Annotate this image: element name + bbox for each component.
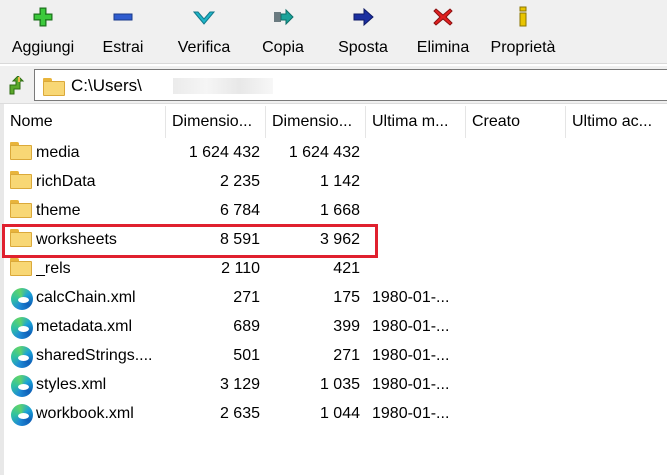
file-modified: 1980-01-... — [372, 347, 450, 364]
file-packed-size: 1 035 — [319, 376, 360, 393]
column-header: Nome Dimensio... Dimensio... Ultima m...… — [4, 106, 667, 138]
move-label: Sposta — [338, 39, 388, 56]
redacted-path — [173, 78, 273, 94]
column-size[interactable]: Dimensio... — [166, 106, 266, 138]
file-size: 6 784 — [219, 202, 260, 219]
file-size: 501 — [233, 347, 260, 364]
address-input[interactable]: C:\Users\ — [34, 69, 667, 101]
address-path: C:\Users\ — [71, 76, 142, 95]
file-size: 3 129 — [219, 376, 260, 393]
edge-xml-icon — [10, 403, 33, 426]
file-size: 689 — [233, 318, 260, 335]
move-arrow-icon — [353, 7, 374, 27]
extract-label: Estrai — [102, 39, 144, 56]
file-modified: 1980-01-... — [372, 376, 450, 393]
file-name: richData — [36, 173, 96, 190]
copy-label: Copia — [262, 39, 304, 56]
folder-icon — [10, 171, 32, 191]
folder-icon — [10, 200, 32, 220]
up-folder-icon[interactable] — [6, 76, 26, 96]
delete-label: Elimina — [416, 39, 470, 56]
file-size: 271 — [233, 289, 260, 306]
file-modified: 1980-01-... — [372, 289, 450, 306]
edge-xml-icon — [10, 316, 33, 339]
delete-button[interactable]: Elimina — [412, 6, 474, 62]
file-name: media — [36, 144, 80, 161]
info-icon — [519, 6, 527, 27]
column-modified[interactable]: Ultima m... — [366, 106, 466, 138]
file-size: 1 624 432 — [188, 144, 260, 161]
file-name: metadata.xml — [36, 318, 133, 335]
toolbar: Aggiungi Estrai Verifica Copia Sposta El… — [0, 0, 667, 64]
properties-label: Proprietà — [490, 39, 556, 56]
file-modified — [372, 167, 464, 196]
edge-xml-icon — [10, 345, 33, 368]
file-modified — [372, 225, 464, 254]
file-name: calcChain.xml — [36, 289, 136, 306]
list-item[interactable]: _rels 2 110 421 — [4, 254, 667, 283]
list-item[interactable]: richData 2 235 1 142 — [4, 167, 667, 196]
list-item[interactable]: sharedStrings.... 501 271 1980-01-... — [4, 341, 667, 370]
file-name: _rels — [36, 260, 71, 277]
column-name[interactable]: Nome — [4, 106, 166, 138]
file-modified: 1980-01-... — [372, 318, 450, 335]
list-item[interactable]: theme 6 784 1 668 — [4, 196, 667, 225]
column-packed-size[interactable]: Dimensio... — [266, 106, 366, 138]
file-size: 2 635 — [219, 405, 260, 422]
file-modified — [372, 196, 464, 225]
list-item[interactable]: calcChain.xml 271 175 1980-01-... — [4, 283, 667, 312]
verify-button[interactable]: Verifica — [170, 6, 238, 62]
file-size: 2 110 — [221, 260, 260, 277]
list-item[interactable]: metadata.xml 689 399 1980-01-... — [4, 312, 667, 341]
delete-x-icon — [433, 8, 453, 26]
list-item[interactable]: media 1 624 432 1 624 432 — [4, 138, 667, 167]
file-modified — [372, 254, 464, 283]
file-modified: 1980-01-... — [372, 405, 450, 422]
file-packed-size: 1 624 432 — [288, 144, 360, 161]
edge-xml-icon — [10, 374, 33, 397]
list-item[interactable]: workbook.xml 2 635 1 044 1980-01-... — [4, 399, 667, 428]
edge-xml-icon — [10, 287, 33, 310]
folder-icon — [10, 258, 32, 278]
verify-label: Verifica — [177, 39, 231, 56]
copy-button[interactable]: Copia — [254, 6, 312, 62]
highlight-box — [2, 224, 378, 258]
list-item[interactable]: styles.xml 3 129 1 035 1980-01-... — [4, 370, 667, 399]
extract-minus-icon — [113, 13, 133, 21]
add-button[interactable]: Aggiungi — [4, 6, 82, 62]
verify-check-icon — [192, 11, 216, 25]
file-packed-size: 399 — [333, 318, 360, 335]
add-label: Aggiungi — [11, 39, 75, 56]
column-accessed[interactable]: Ultimo ac... — [566, 106, 667, 138]
file-name: sharedStrings.... — [36, 347, 153, 364]
file-packed-size: 1 142 — [319, 173, 360, 190]
file-name: theme — [36, 202, 81, 219]
extract-button[interactable]: Estrai — [98, 6, 148, 62]
file-name: workbook.xml — [36, 405, 134, 422]
properties-button[interactable]: Proprietà — [486, 6, 560, 62]
file-packed-size: 1 044 — [319, 405, 360, 422]
file-name: styles.xml — [36, 376, 107, 393]
move-button[interactable]: Sposta — [332, 6, 394, 62]
column-created[interactable]: Creato — [466, 106, 566, 138]
file-packed-size: 271 — [333, 347, 360, 364]
file-packed-size: 421 — [333, 260, 360, 277]
file-modified — [372, 138, 464, 167]
add-plus-icon — [33, 7, 53, 27]
copy-arrow-icon — [274, 8, 294, 26]
address-row: C:\Users\ — [0, 66, 667, 104]
file-packed-size: 175 — [333, 289, 360, 306]
folder-icon — [10, 142, 32, 162]
file-packed-size: 1 668 — [319, 202, 360, 219]
file-size: 2 235 — [219, 173, 260, 190]
